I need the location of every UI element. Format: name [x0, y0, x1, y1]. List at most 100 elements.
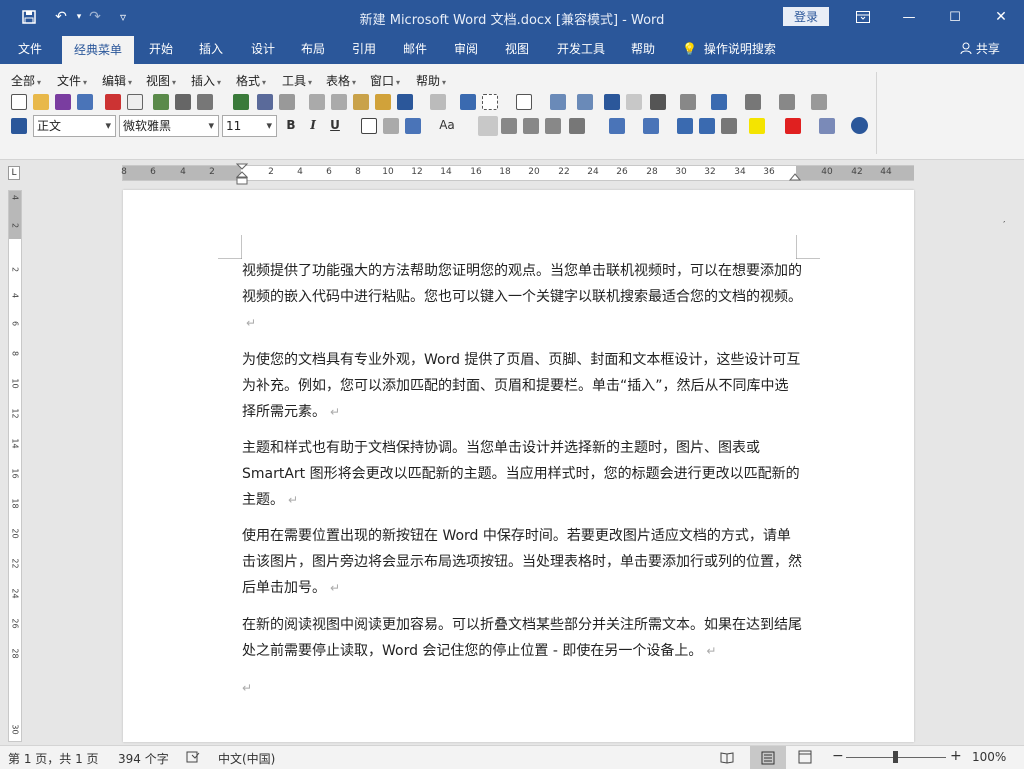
tab-view[interactable]: 视图 — [496, 34, 538, 64]
paragraph[interactable]: 视频提供了功能强大的方法帮助您证明您的观点。当您单击联机视频时，可以在想要添加的… — [242, 258, 802, 336]
drawing-icon[interactable] — [577, 94, 593, 110]
document-map-icon[interactable] — [604, 94, 620, 110]
paragraph[interactable]: 为使您的文档具有专业外观，Word 提供了页眉、页脚、封面和文本框设计，这些设计… — [242, 347, 802, 425]
paragraph[interactable]: 主题和样式也有助于文档保持协调。当您单击设计并选择新的主题时，图片、图表或 Sm… — [242, 435, 802, 513]
increase-indent-icon[interactable] — [699, 118, 715, 134]
language-indicator[interactable]: 中文(中国) — [218, 750, 275, 767]
login-button[interactable]: 登录 — [783, 7, 829, 26]
cut-icon[interactable] — [309, 94, 325, 110]
help-icon[interactable] — [851, 117, 868, 134]
reading-mode-icon[interactable] — [680, 94, 696, 110]
menu-table[interactable]: 表格 ▾ — [326, 72, 356, 89]
tab-selector[interactable]: L — [8, 166, 20, 180]
tab-help[interactable]: 帮助 — [622, 34, 664, 64]
thesaurus-icon[interactable] — [279, 94, 295, 110]
zoom-out-button[interactable]: − — [832, 748, 844, 764]
vertical-scrollbar[interactable] — [1005, 190, 1022, 742]
tab-design[interactable]: 设计 — [242, 34, 284, 64]
menu-edit[interactable]: 编辑 ▾ — [102, 72, 132, 89]
open-folder-icon[interactable] — [33, 94, 49, 110]
hyperlink-icon[interactable] — [460, 94, 476, 110]
font-size-select[interactable]: 11 ▾ — [222, 115, 277, 137]
bullets-icon[interactable] — [643, 118, 659, 134]
menu-window[interactable]: 窗口 ▾ — [370, 72, 400, 89]
character-border-icon[interactable] — [361, 118, 377, 134]
empty-paragraph[interactable]: ↵ — [242, 675, 802, 701]
table-borders-icon[interactable] — [482, 94, 498, 110]
underline-button[interactable]: U — [327, 117, 343, 134]
clear-formatting-icon[interactable] — [819, 118, 835, 134]
print-layout-button[interactable] — [750, 746, 786, 769]
spelling-icon[interactable] — [233, 94, 249, 110]
read-mode-icon[interactable] — [720, 750, 734, 767]
font-color-icon[interactable] — [785, 118, 801, 134]
zoom-icon[interactable] — [650, 94, 666, 110]
show-formatting-icon[interactable] — [626, 94, 642, 110]
print-icon[interactable] — [175, 94, 191, 110]
close-icon[interactable]: ✕ — [978, 0, 1024, 34]
new-document-icon[interactable] — [11, 94, 27, 110]
menu-insert[interactable]: 插入 ▾ — [191, 72, 221, 89]
save-as-icon[interactable] — [77, 94, 93, 110]
print-preview-icon[interactable] — [197, 94, 213, 110]
tab-file[interactable]: 文件 — [6, 34, 54, 64]
menu-tools[interactable]: 工具 ▾ — [282, 72, 312, 89]
style-select[interactable]: 正文 ▾ — [33, 115, 116, 137]
redo-icon[interactable] — [430, 94, 446, 110]
paragraph[interactable]: 在新的阅读视图中阅读更加容易。可以折叠文档某些部分并关注所需文本。如果在达到结尾… — [242, 612, 802, 664]
tab-mailings[interactable]: 邮件 — [394, 34, 436, 64]
page-setup-icon[interactable] — [127, 94, 143, 110]
menu-format[interactable]: 格式 ▾ — [236, 72, 266, 89]
tab-references[interactable]: 引用 — [343, 34, 385, 64]
permission-icon[interactable] — [153, 94, 169, 110]
research-icon[interactable] — [257, 94, 273, 110]
italic-button[interactable]: I — [305, 117, 321, 134]
page-count[interactable]: 第 1 页，共 1 页 — [8, 750, 99, 767]
align-left-icon[interactable] — [478, 116, 498, 136]
highlight-icon[interactable] — [749, 118, 765, 134]
right-indent-marker-icon[interactable] — [789, 173, 801, 182]
tell-me-search[interactable]: 💡 操作说明搜索 — [682, 34, 792, 64]
undo-icon[interactable] — [397, 94, 413, 110]
styles-pane-icon[interactable] — [11, 118, 27, 134]
web-layout-icon[interactable] — [798, 750, 812, 767]
tab-developer[interactable]: 开发工具 — [551, 34, 611, 64]
menu-view[interactable]: 视图 ▾ — [146, 72, 176, 89]
sort-icon[interactable] — [721, 118, 737, 134]
align-center-icon[interactable] — [501, 118, 517, 134]
share-button[interactable]: 共享 — [950, 34, 1010, 64]
insert-table-icon[interactable] — [516, 94, 532, 110]
text-effects-icon[interactable] — [405, 118, 421, 134]
more-options-icon[interactable] — [811, 94, 827, 110]
align-right-icon[interactable] — [523, 118, 539, 134]
save-icon[interactable] — [55, 94, 71, 110]
indent-marker-icon[interactable] — [236, 163, 248, 187]
comment-icon[interactable] — [711, 94, 727, 110]
paragraph[interactable]: 使用在需要位置出现的新按钮在 Word 中保存时间。若要更改图片适应文档的方式，… — [242, 523, 802, 601]
paste-icon[interactable] — [353, 94, 369, 110]
zoom-level[interactable]: 100% — [972, 750, 1006, 764]
change-case-button[interactable]: Aa — [436, 117, 458, 134]
restore-icon[interactable]: ☐ — [932, 0, 978, 34]
tab-insert[interactable]: 插入 — [190, 34, 232, 64]
ribbon-display-options-icon[interactable] — [840, 0, 886, 34]
line-spacing-icon[interactable] — [569, 118, 585, 134]
columns-icon[interactable] — [550, 94, 566, 110]
proofing-icon[interactable] — [186, 750, 200, 767]
markup-icon[interactable] — [779, 94, 795, 110]
track-changes-icon[interactable] — [745, 94, 761, 110]
zoom-slider-thumb[interactable] — [893, 751, 898, 763]
word-count[interactable]: 394 个字 — [118, 750, 169, 767]
tab-review[interactable]: 审阅 — [445, 34, 487, 64]
font-select[interactable]: 微软雅黑 ▾ — [119, 115, 219, 137]
vertical-ruler[interactable]: 4 2 2 4 6 8 10 12 14 16 18 20 22 24 26 2… — [8, 190, 22, 742]
format-painter-icon[interactable] — [375, 94, 391, 110]
tab-classic-menu[interactable]: 经典菜单 — [62, 36, 134, 64]
copy-icon[interactable] — [331, 94, 347, 110]
close-document-icon[interactable] — [105, 94, 121, 110]
minimize-icon[interactable]: — — [886, 0, 932, 34]
bold-button[interactable]: B — [283, 117, 299, 134]
tab-layout[interactable]: 布局 — [292, 34, 334, 64]
document-page[interactable]: 视频提供了功能强大的方法帮助您证明您的观点。当您单击联机视频时，可以在想要添加的… — [123, 190, 914, 742]
justify-icon[interactable] — [545, 118, 561, 134]
